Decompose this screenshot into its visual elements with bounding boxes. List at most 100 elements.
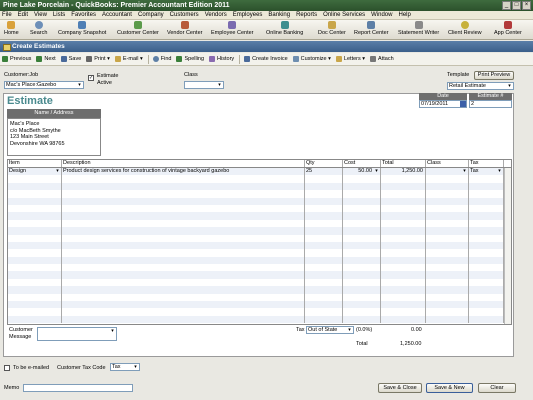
table-row[interactable] [8, 234, 511, 242]
memo-field[interactable] [23, 384, 133, 392]
nav-online-banking[interactable]: Online Banking [266, 21, 303, 39]
customer-message-select[interactable]: ▾ [37, 327, 117, 341]
customize-button[interactable]: Customize ▾ [292, 56, 331, 62]
template-label: Template [447, 72, 470, 78]
table-row[interactable] [8, 212, 511, 220]
nav-home[interactable]: Home [4, 21, 19, 39]
menu-banking[interactable]: Banking [268, 12, 290, 18]
estimate-active-checkbox[interactable]: ✓ [88, 75, 94, 81]
menu-file[interactable]: File [2, 12, 12, 18]
letters-button[interactable]: Letters ▾ [335, 56, 365, 62]
tax-select[interactable]: Out of State ▾ [306, 326, 354, 334]
customer-message-label: Customer Message [9, 327, 33, 340]
previous-button[interactable]: Previous [2, 56, 31, 62]
estimate-heading: Estimate [7, 95, 53, 107]
vendor-center-icon [180, 21, 189, 29]
customer-job-select[interactable]: Mac's Place:Gazebo ▾ [4, 81, 84, 89]
menu-lists[interactable]: Lists [53, 12, 65, 18]
nav-customer-center[interactable]: Customer Center [117, 21, 159, 39]
table-row[interactable] [8, 293, 511, 302]
spelling-button[interactable]: Spelling [176, 56, 204, 62]
cell-class[interactable]: ▾ [426, 168, 469, 176]
cell-item[interactable]: Design ▾ [8, 168, 62, 176]
to-be-emailed-checkbox[interactable] [4, 365, 10, 371]
table-row[interactable] [8, 271, 511, 279]
minimize-button[interactable]: _ [502, 1, 511, 10]
table-row[interactable] [8, 249, 511, 257]
cell-total[interactable]: 1,250.00 [381, 168, 426, 176]
table-row[interactable]: Design ▾ Product design services for cons… [8, 168, 511, 176]
table-row[interactable] [8, 241, 511, 250]
form-toolbar: Previous Next Save Print ▾ E-mail ▾ Find… [0, 53, 533, 66]
menu-customers[interactable]: Customers [170, 12, 199, 18]
close-button[interactable]: × [522, 1, 531, 10]
form-title: Create Estimates [12, 43, 65, 50]
name-address-box[interactable]: Mac's Place c/o MacBeth Smythe 123 Main … [7, 118, 101, 156]
save-new-button[interactable]: Save & New [426, 383, 473, 393]
table-row[interactable] [8, 308, 511, 316]
date-field[interactable]: 07/19/2011 [419, 100, 467, 108]
email-button[interactable]: E-mail ▾ [114, 56, 143, 62]
search-icon [34, 21, 43, 29]
menu-edit[interactable]: Edit [18, 12, 28, 18]
cell-tax[interactable]: Tax ▾ [469, 168, 504, 176]
table-row[interactable] [8, 315, 511, 324]
table-body: Design ▾ Product design services for cons… [8, 168, 511, 324]
menu-vendors[interactable]: Vendors [205, 12, 227, 18]
table-row[interactable] [8, 175, 511, 183]
table-row[interactable] [8, 197, 511, 205]
table-row[interactable] [8, 227, 511, 235]
print-preview-button[interactable]: Print Preview [474, 71, 514, 80]
column-header-cost: Cost [343, 160, 381, 167]
chevron-down-icon: ▾ [134, 364, 137, 370]
table-row[interactable] [8, 190, 511, 198]
table-row[interactable] [8, 286, 511, 294]
nav-doc-center[interactable]: Doc Center [318, 21, 346, 39]
menu-reports[interactable]: Reports [296, 12, 317, 18]
history-button[interactable]: History [209, 56, 234, 62]
menu-view[interactable]: View [34, 12, 47, 18]
save-button[interactable]: Save [60, 56, 81, 62]
attach-button[interactable]: Attach [370, 56, 394, 62]
table-row[interactable] [8, 278, 511, 287]
table-row[interactable] [8, 264, 511, 272]
menu-employees[interactable]: Employees [233, 12, 263, 18]
nav-statement-writer[interactable]: Statement Writer [398, 21, 439, 39]
table-row[interactable] [8, 219, 511, 228]
column-header-tax: Tax [469, 160, 504, 167]
table-row[interactable] [8, 204, 511, 213]
menu-window[interactable]: Window [371, 12, 392, 18]
next-button[interactable]: Next [36, 56, 56, 62]
save-close-button[interactable]: Save & Close [378, 383, 422, 393]
customer-tax-code-select[interactable]: Tax ▾ [110, 363, 140, 371]
estimate-number-field[interactable]: 2 [469, 100, 512, 108]
find-button[interactable]: Find [152, 56, 171, 62]
vertical-scrollbar[interactable] [504, 168, 511, 324]
table-row[interactable] [8, 301, 511, 309]
class-select[interactable]: ▾ [184, 81, 224, 89]
menu-help[interactable]: Help [398, 12, 410, 18]
client-review-icon [460, 21, 469, 29]
cell-cost[interactable]: 50.00 ▾ [343, 168, 381, 176]
clear-button[interactable]: Clear [478, 383, 516, 393]
table-row[interactable] [8, 256, 511, 265]
nav-client-review[interactable]: Client Review [448, 21, 482, 39]
nav-vendor-center[interactable]: Vendor Center [167, 21, 202, 39]
table-row[interactable] [8, 182, 511, 191]
nav-company-snapshot[interactable]: Company Snapshot [58, 21, 106, 39]
menu-company[interactable]: Company [138, 12, 164, 18]
cell-description[interactable]: Product design services for construction… [62, 168, 305, 176]
nav-employee-center[interactable]: Employee Center [211, 21, 254, 39]
menu-accountant[interactable]: Accountant [102, 12, 132, 18]
menu-favorites[interactable]: Favorites [71, 12, 96, 18]
create-invoice-button[interactable]: Create Invoice [244, 56, 288, 62]
nav-report-center[interactable]: Report Center [354, 21, 389, 39]
nav-app-center[interactable]: App Center [494, 21, 522, 39]
menu-online-services[interactable]: Online Services [323, 12, 365, 18]
template-select[interactable]: Retail Estimate ▾ [447, 82, 514, 90]
maximize-button[interactable]: □ [512, 1, 521, 10]
calendar-icon[interactable] [460, 101, 466, 107]
cell-qty[interactable]: 25 [305, 168, 343, 176]
print-button[interactable]: Print ▾ [86, 56, 110, 62]
nav-search[interactable]: Search [30, 21, 47, 39]
